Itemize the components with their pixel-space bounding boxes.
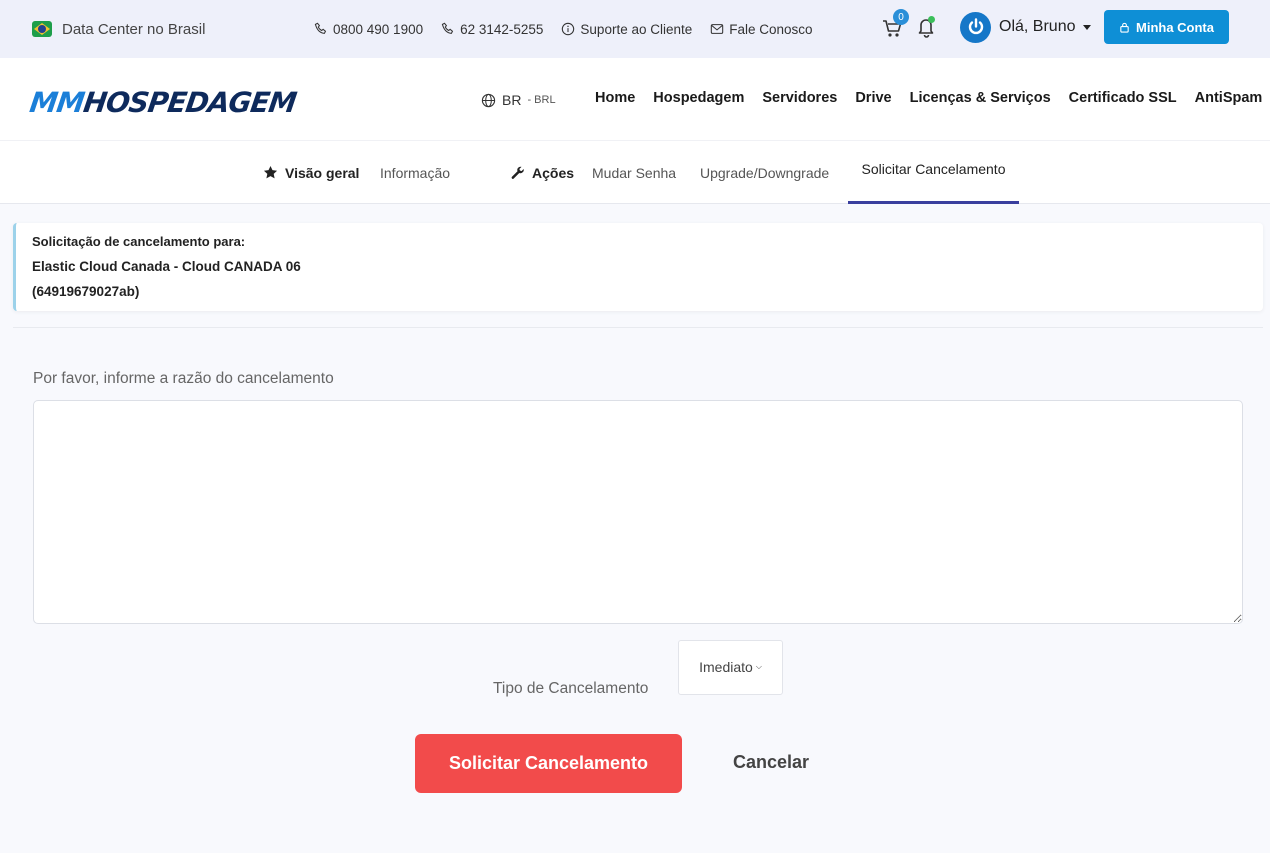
datacenter-info: Data Center no Brasil [32, 0, 205, 58]
cart-button[interactable]: 0 [880, 9, 909, 40]
service-name: Elastic Cloud Canada - Cloud CANADA 06 [32, 259, 301, 274]
main-navbar: MMHOSPEDAGEM BR - BRL Home Hospedagem Se… [0, 58, 1270, 140]
phone-2-text: 62 3142-5255 [460, 21, 544, 37]
language-code: BR [502, 92, 522, 108]
support-text: Suporte ao Cliente [580, 21, 693, 37]
nav-item-home[interactable]: Home [595, 90, 635, 106]
phone-icon [441, 22, 454, 34]
mail-icon [711, 24, 724, 34]
section-divider [13, 327, 1263, 328]
support-link[interactable]: Suporte ao Cliente [561, 22, 692, 37]
caret-down-icon [1083, 24, 1092, 30]
logo[interactable]: MMHOSPEDAGEM [28, 86, 298, 119]
cancellation-type-select[interactable]: Imediato ⌵ [678, 640, 783, 695]
logo-mm: MM [27, 86, 87, 119]
nav-item-ssl[interactable]: Certificado SSL [1069, 90, 1177, 106]
contact-text: Fale Conosco [729, 21, 813, 37]
phone-1-text: 0800 490 1900 [333, 21, 424, 37]
nav-item-licencas[interactable]: Licenças & Serviços [910, 90, 1051, 106]
tab-solicitar-cancelamento[interactable]: Solicitar Cancelamento [848, 141, 1019, 204]
service-subtabs: Visão geral Informação Ações Mudar Senha… [0, 140, 1270, 204]
phone-link-2[interactable]: 62 3142-5255 [441, 22, 543, 37]
power-icon [960, 11, 991, 43]
contact-links: 0800 490 1900 62 3142-5255 Suporte ao Cl… [314, 0, 813, 58]
bell-icon [918, 19, 934, 38]
cancel-button[interactable]: Cancelar [733, 752, 809, 773]
main-menu: Home Hospedagem Servidores Drive Licença… [595, 90, 1262, 106]
overview-heading: Visão geral [263, 141, 359, 204]
nav-item-hospedagem[interactable]: Hospedagem [653, 90, 744, 106]
datacenter-label: Data Center no Brasil [62, 20, 206, 38]
my-account-label: Minha Conta [1136, 19, 1214, 35]
phone-link-1[interactable]: 0800 490 1900 [314, 22, 423, 37]
nav-item-antispam[interactable]: AntiSpam [1195, 90, 1263, 106]
top-bar: Data Center no Brasil 0800 490 1900 62 3… [0, 0, 1270, 58]
nav-item-servidores[interactable]: Servidores [762, 90, 837, 106]
user-menu[interactable]: Olá, Bruno [960, 11, 1092, 43]
notification-dot [928, 16, 935, 23]
brazil-flag-icon [32, 21, 52, 37]
service-id: (64919679027ab) [32, 284, 140, 299]
user-greeting: Olá, Bruno [999, 18, 1076, 35]
chevron-down-icon: ⌵ [755, 662, 762, 671]
currency-code: - BRL [527, 94, 556, 106]
cancellation-info-card: Solicitação de cancelamento para: Elasti… [13, 223, 1263, 311]
reason-textarea[interactable] [33, 400, 1243, 624]
tab-informacao[interactable]: Informação [380, 141, 450, 204]
phone-icon [314, 22, 327, 34]
cart-count-badge: 0 [893, 9, 909, 25]
nav-item-drive[interactable]: Drive [855, 90, 891, 106]
cancellation-type-value: Imediato [699, 659, 753, 675]
reason-label: Por favor, informe a razão do cancelamen… [33, 370, 334, 387]
actions-heading: Ações [510, 141, 574, 204]
actions-heading-text: Ações [532, 164, 575, 181]
lock-icon [1120, 22, 1129, 33]
wrench-icon [511, 166, 524, 179]
notifications-button[interactable] [914, 14, 940, 40]
contact-link[interactable]: Fale Conosco [710, 21, 813, 37]
globe-icon [481, 93, 496, 107]
tab-mudar-senha[interactable]: Mudar Senha [592, 141, 676, 204]
star-icon [263, 165, 278, 179]
overview-heading-text: Visão geral [285, 164, 360, 181]
info-icon [562, 22, 575, 36]
tab-upgrade-downgrade[interactable]: Upgrade/Downgrade [700, 141, 829, 204]
submit-cancellation-button[interactable]: Solicitar Cancelamento [415, 734, 682, 793]
my-account-button[interactable]: Minha Conta [1104, 10, 1229, 44]
cancellation-type-label: Tipo de Cancelamento [493, 680, 649, 697]
logo-hospedagem: HOSPEDAGEM [81, 86, 298, 119]
info-heading: Solicitação de cancelamento para: [32, 234, 246, 249]
language-currency-selector[interactable]: BR - BRL [481, 92, 556, 108]
